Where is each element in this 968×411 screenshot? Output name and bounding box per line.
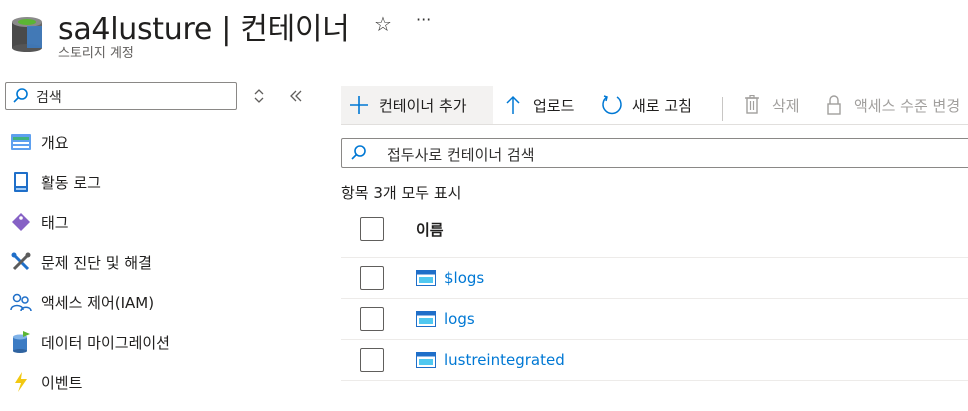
tag-icon xyxy=(10,211,32,233)
add-container-label: 컨테이너 추가 xyxy=(379,96,467,115)
sidebar-item-label: 태그 xyxy=(41,213,69,232)
sidebar-item-iam[interactable]: 액세스 제어(IAM) xyxy=(10,290,154,314)
sidebar-item-label: 문제 진단 및 해결 xyxy=(41,253,152,272)
search-icon xyxy=(12,87,30,109)
container-link[interactable]: $logs xyxy=(416,267,484,289)
toolbar-divider-line xyxy=(341,124,968,125)
delete-label: 삭제 xyxy=(772,96,800,115)
people-icon xyxy=(10,291,32,313)
column-header-name[interactable]: 이름 xyxy=(416,219,444,240)
upload-label: 업로드 xyxy=(533,96,575,115)
row-divider xyxy=(341,380,968,381)
lock-icon xyxy=(822,93,846,117)
sidebar-item-label: 데이터 마이그레이션 xyxy=(41,333,170,352)
change-access-label: 액세스 수준 변경 xyxy=(854,96,961,115)
refresh-label: 새로 고침 xyxy=(632,96,692,115)
trash-icon xyxy=(740,93,764,117)
row-checkbox[interactable] xyxy=(360,266,384,290)
container-icon xyxy=(416,311,436,327)
sidebar-search-placeholder: 검색 xyxy=(36,90,62,106)
container-link[interactable]: logs xyxy=(416,308,475,330)
wrench-icon xyxy=(10,251,32,273)
sidebar-item-label: 활동 로그 xyxy=(41,173,101,192)
sidebar-item-label: 이벤트 xyxy=(41,373,83,392)
container-icon xyxy=(416,270,436,286)
sidebar-item-tags[interactable]: 태그 xyxy=(10,210,69,234)
row-checkbox[interactable] xyxy=(360,348,384,372)
sidebar-item-data-migration[interactable]: 데이터 마이그레이션 xyxy=(10,330,170,354)
storage-account-icon xyxy=(10,12,44,52)
container-name: lustreintegrated xyxy=(444,351,565,369)
toolbar-divider xyxy=(722,97,723,121)
refresh-button[interactable]: 새로 고침 xyxy=(600,93,692,117)
plus-icon xyxy=(347,93,371,117)
page-subtitle: 스토리지 계정 xyxy=(58,46,134,61)
activity-log-icon xyxy=(10,171,32,193)
row-divider xyxy=(341,339,968,340)
sort-chevron-icon[interactable] xyxy=(253,88,265,108)
container-name: logs xyxy=(444,310,475,328)
container-name: $logs xyxy=(444,269,485,287)
row-checkbox[interactable] xyxy=(360,307,384,331)
sidebar-item-events[interactable]: 이벤트 xyxy=(10,370,82,394)
sidebar-item-activity-log[interactable]: 활동 로그 xyxy=(10,170,101,194)
sidebar-item-overview[interactable]: 개요 xyxy=(10,130,69,154)
overview-icon xyxy=(10,131,32,153)
change-access-level-button[interactable]: 액세스 수준 변경 xyxy=(822,93,960,117)
row-divider xyxy=(341,257,968,258)
item-count-text: 항목 3개 모두 표시 xyxy=(341,184,462,202)
container-icon xyxy=(416,352,436,368)
filter-placeholder: 접두사로 컨테이너 검색 xyxy=(387,146,535,164)
refresh-icon xyxy=(600,93,624,117)
search-icon xyxy=(350,144,368,166)
select-all-checkbox[interactable] xyxy=(360,217,384,241)
lightning-icon xyxy=(10,371,32,393)
star-icon[interactable]: ☆ xyxy=(374,12,392,36)
upload-button[interactable]: 업로드 xyxy=(501,93,574,117)
migration-icon xyxy=(10,331,32,353)
sidebar-item-label: 액세스 제어(IAM) xyxy=(41,293,155,312)
more-options-button[interactable]: ··· xyxy=(416,10,431,29)
sidebar-item-label: 개요 xyxy=(41,133,69,152)
container-prefix-search-input[interactable]: 접두사로 컨테이너 검색 xyxy=(341,138,968,168)
upload-arrow-icon xyxy=(501,93,525,117)
collapse-sidebar-icon[interactable] xyxy=(289,89,303,107)
sidebar-search-input[interactable]: 검색 xyxy=(5,82,237,110)
sidebar-item-diagnose[interactable]: 문제 진단 및 해결 xyxy=(10,250,152,274)
row-divider xyxy=(341,298,968,299)
delete-button[interactable]: 삭제 xyxy=(740,93,800,117)
add-container-button[interactable]: 컨테이너 추가 xyxy=(347,93,467,117)
container-link[interactable]: lustreintegrated xyxy=(416,349,565,371)
